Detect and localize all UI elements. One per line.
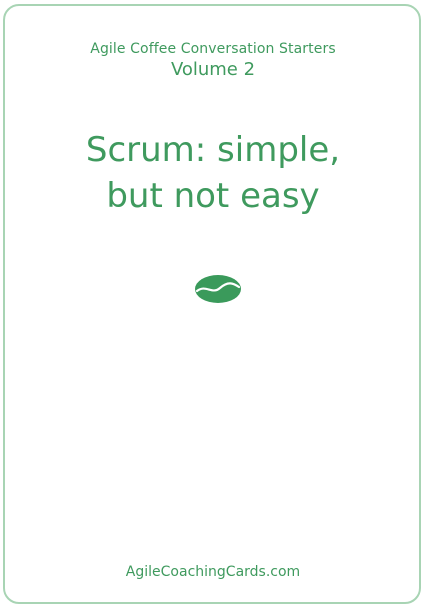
card-title-line-2: but not easy xyxy=(106,176,320,216)
card-title-line-1: Scrum: simple, xyxy=(85,130,341,170)
website-link[interactable]: AgileCoachingCards.com xyxy=(0,563,426,581)
card-title: Scrum: simple, but not easy xyxy=(0,127,426,219)
series-title: Agile Coffee Conversation Starters xyxy=(90,41,336,57)
coffee-bean-icon xyxy=(193,273,243,305)
volume-label: Volume 2 xyxy=(170,59,256,80)
